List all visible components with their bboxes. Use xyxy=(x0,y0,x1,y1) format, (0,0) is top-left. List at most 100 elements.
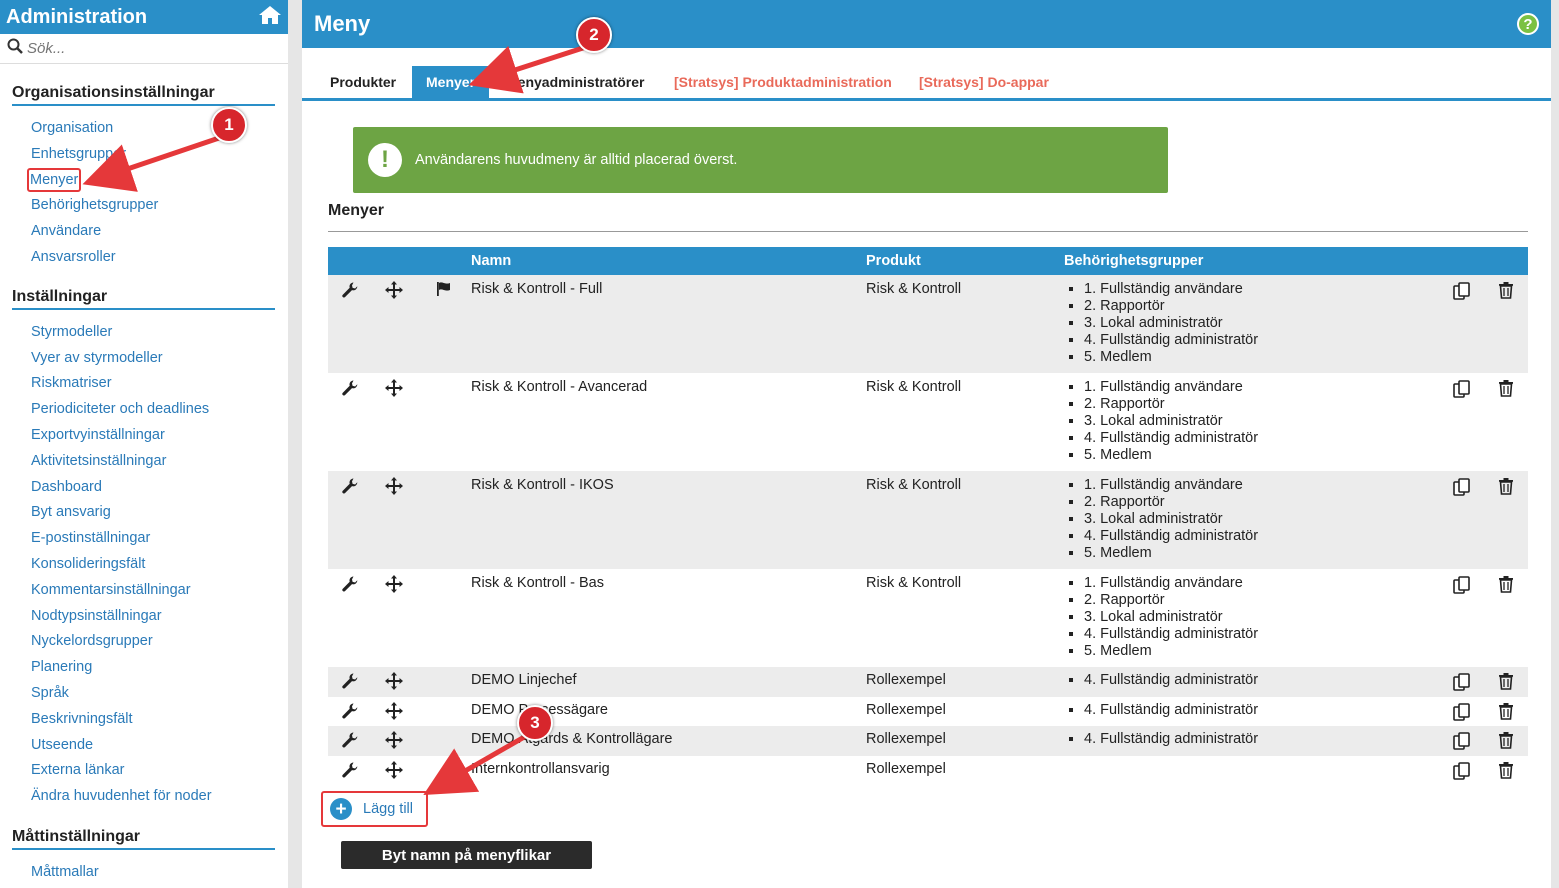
wrench-icon[interactable] xyxy=(341,761,359,783)
sidebar-item[interactable]: Konsolideringsfält xyxy=(31,552,288,578)
sidebar-item[interactable]: Språk xyxy=(31,681,288,707)
tab-menyer[interactable]: Menyer xyxy=(412,66,490,98)
row-name: Risk & Kontroll - Bas xyxy=(471,569,866,667)
table-row: Risk & Kontroll - IKOSRisk & Kontroll1. … xyxy=(328,471,1528,569)
sidebar-item[interactable]: Styrmodeller xyxy=(31,320,288,346)
group-item: 4. Fullständig administratör xyxy=(1084,702,1440,719)
section-title-mattinstallningar: Måttinställningar xyxy=(12,828,275,850)
sidebar-item[interactable]: Aktivitetsinställningar xyxy=(31,449,288,475)
tab-menyadministratorer[interactable]: Menyadministratörer xyxy=(492,66,658,98)
copy-icon[interactable] xyxy=(1452,380,1472,403)
move-icon[interactable] xyxy=(385,477,403,499)
sidebar-item[interactable]: Periodiciteter och deadlines xyxy=(31,397,288,423)
sidebar-item[interactable]: Byt ansvarig xyxy=(31,500,288,526)
group-item: 1. Fullständig användare xyxy=(1084,477,1440,494)
wrench-icon[interactable] xyxy=(341,732,359,753)
row-groups: 4. Fullständig administratör xyxy=(1064,667,1440,697)
sidebar-item-ansvarsroller[interactable]: Ansvarsroller xyxy=(31,245,288,271)
sidebar-item-enhetsgrupper[interactable]: Enhetsgrupper xyxy=(31,142,288,168)
table-row: DEMO ProcessägareRollexempel4. Fullständ… xyxy=(328,696,1528,726)
wrench-icon[interactable] xyxy=(341,282,359,303)
column-header-name: Namn xyxy=(471,247,866,275)
tab-do-appar[interactable]: [Stratsys] Do-appar xyxy=(905,66,1063,98)
row-product: Risk & Kontroll xyxy=(866,275,1064,373)
annotation-badge-2: 2 xyxy=(576,17,612,53)
copy-icon[interactable] xyxy=(1452,673,1472,696)
sidebar-item[interactable]: Vyer av styrmodeller xyxy=(31,346,288,372)
trash-icon[interactable] xyxy=(1498,380,1514,401)
move-icon[interactable] xyxy=(385,575,403,597)
wrench-icon[interactable] xyxy=(341,576,359,597)
sidebar-item-menyer[interactable]: Menyer xyxy=(27,167,288,194)
row-product: Risk & Kontroll xyxy=(866,569,1064,667)
trash-icon[interactable] xyxy=(1498,732,1514,753)
sidebar-item[interactable]: Riskmatriser xyxy=(31,371,288,397)
sidebar-item-behorighetsgrupper[interactable]: Behörighetsgrupper xyxy=(31,193,288,219)
tab-bar: Produkter Menyer Menyadministratörer [St… xyxy=(302,66,1551,101)
row-product: Rollexempel xyxy=(866,696,1064,726)
sidebar-item[interactable]: Beskrivningsfält xyxy=(31,707,288,733)
sidebar-item[interactable]: Nodtypsinställningar xyxy=(31,604,288,630)
group-item: 3. Lokal administratör xyxy=(1084,609,1440,626)
trash-icon[interactable] xyxy=(1498,576,1514,597)
copy-icon[interactable] xyxy=(1452,761,1472,785)
group-item: 3. Lokal administratör xyxy=(1084,413,1440,430)
rename-tabs-button[interactable]: Byt namn på menyflikar xyxy=(341,841,592,869)
tab-produkter[interactable]: Produkter xyxy=(316,66,410,98)
tab-produktadministration[interactable]: [Stratsys] Produktadministration xyxy=(660,66,906,98)
row-product: Rollexempel xyxy=(866,667,1064,697)
move-icon[interactable] xyxy=(385,672,403,694)
group-item: 5. Medlem xyxy=(1084,545,1440,562)
copy-icon[interactable] xyxy=(1452,282,1472,305)
sidebar-item[interactable]: Utseende xyxy=(31,733,288,759)
wrench-icon[interactable] xyxy=(341,478,359,499)
add-button[interactable]: + Lägg till xyxy=(321,791,428,827)
trash-icon[interactable] xyxy=(1498,673,1514,694)
move-icon[interactable] xyxy=(385,379,403,401)
exclamation-icon: ! xyxy=(368,143,402,177)
copy-icon[interactable] xyxy=(1452,702,1472,726)
move-icon[interactable] xyxy=(385,760,403,783)
copy-icon[interactable] xyxy=(1452,576,1472,599)
divider-line xyxy=(328,231,1528,232)
sidebar-item-anvandare[interactable]: Användare xyxy=(31,219,288,245)
move-icon[interactable] xyxy=(385,731,403,753)
wrench-icon[interactable] xyxy=(341,380,359,401)
copy-icon[interactable] xyxy=(1452,732,1472,755)
move-icon[interactable] xyxy=(385,281,403,303)
scrollbar[interactable] xyxy=(1551,0,1559,888)
table-row: Risk & Kontroll - FullRisk & Kontroll1. … xyxy=(328,275,1528,373)
group-item: 2. Rapportör xyxy=(1084,396,1440,413)
sidebar-item-mattmallar[interactable]: Måttmallar xyxy=(31,860,288,886)
trash-icon[interactable] xyxy=(1498,702,1514,724)
sidebar-item[interactable]: E-postinställningar xyxy=(31,526,288,552)
section-list-mattinstallningar: Måttmallar xyxy=(31,860,288,886)
sidebar-item[interactable]: Nyckelordsgrupper xyxy=(31,629,288,655)
group-item: 2. Rapportör xyxy=(1084,592,1440,609)
move-icon[interactable] xyxy=(385,701,403,724)
trash-icon[interactable] xyxy=(1498,478,1514,499)
table-row: Risk & Kontroll - Avancerad Risk & Kontro… xyxy=(328,373,1528,471)
wrench-icon[interactable] xyxy=(341,702,359,724)
sidebar-item[interactable]: Externa länkar xyxy=(31,758,288,784)
group-item: 1. Fullständig användare xyxy=(1084,379,1440,396)
group-item: 4. Fullständig administratör xyxy=(1084,731,1440,748)
trash-icon[interactable] xyxy=(1498,282,1514,303)
row-product: Rollexempel xyxy=(866,755,1064,785)
group-item: 4. Fullständig administratör xyxy=(1084,430,1440,447)
home-icon[interactable] xyxy=(258,5,282,30)
help-icon[interactable]: ? xyxy=(1517,13,1539,35)
group-item: 4. Fullständig administratör xyxy=(1084,528,1440,545)
sidebar-item[interactable]: Ändra huvudenhet för noder xyxy=(31,784,288,810)
trash-icon[interactable] xyxy=(1498,761,1514,783)
copy-icon[interactable] xyxy=(1452,478,1472,501)
sidebar-item[interactable]: Exportvyinställningar xyxy=(31,423,288,449)
search-input[interactable] xyxy=(27,40,267,57)
plus-icon: + xyxy=(330,798,352,820)
wrench-icon[interactable] xyxy=(341,673,359,694)
sidebar-item[interactable]: Kommentarsinställningar xyxy=(31,578,288,604)
sidebar-item-organisation[interactable]: Organisation xyxy=(31,116,288,142)
sidebar-item[interactable]: Dashboard xyxy=(31,475,288,501)
annotation-badge-1: 1 xyxy=(211,107,247,143)
sidebar-item[interactable]: Planering xyxy=(31,655,288,681)
